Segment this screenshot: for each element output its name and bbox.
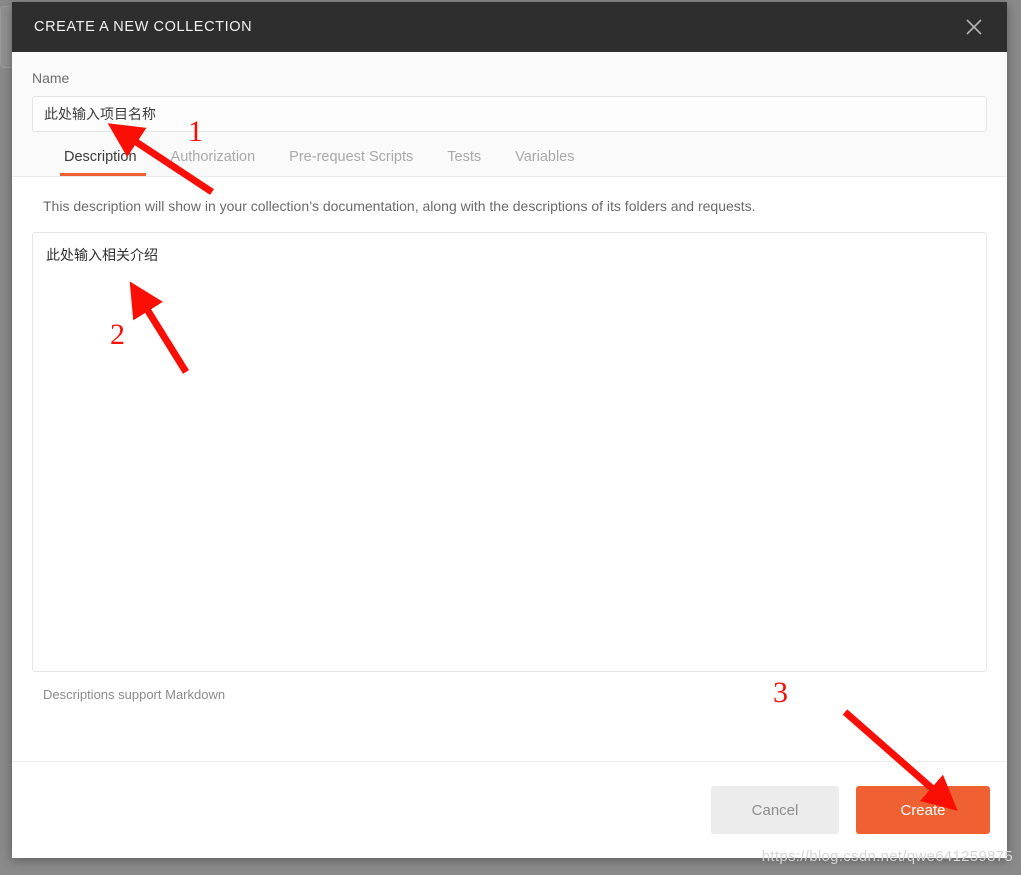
description-helper-text: This description will show in your colle… — [43, 198, 756, 214]
cancel-button[interactable]: Cancel — [711, 786, 839, 834]
tab-pre-request-scripts[interactable]: Pre-request Scripts — [272, 149, 430, 176]
create-collection-modal: CREATE A NEW COLLECTION Name Description… — [12, 2, 1007, 858]
tab-variables[interactable]: Variables — [498, 149, 591, 176]
close-icon[interactable] — [959, 12, 989, 42]
screen: CREATE A NEW COLLECTION Name Description… — [0, 0, 1021, 875]
markdown-note: Descriptions support Markdown — [43, 687, 226, 702]
modal-title: CREATE A NEW COLLECTION — [34, 19, 253, 35]
modal-footer: Cancel Create — [12, 761, 1007, 858]
modal-body: This description will show in your colle… — [12, 177, 1007, 761]
collection-name-input[interactable] — [32, 96, 987, 132]
create-button[interactable]: Create — [856, 786, 990, 834]
name-section: Name Description Authorization Pre-reque… — [12, 52, 1007, 177]
description-textarea[interactable] — [32, 232, 987, 672]
background-app-chrome — [0, 6, 12, 68]
tab-tests[interactable]: Tests — [430, 149, 498, 176]
name-label: Name — [32, 70, 70, 86]
tab-authorization[interactable]: Authorization — [154, 149, 273, 176]
watermark: https://blog.csdn.net/qwe641259875 — [761, 848, 1013, 865]
modal-header: CREATE A NEW COLLECTION — [12, 2, 1007, 52]
tab-description[interactable]: Description — [52, 149, 154, 176]
tab-bar: Description Authorization Pre-request Sc… — [32, 132, 987, 176]
